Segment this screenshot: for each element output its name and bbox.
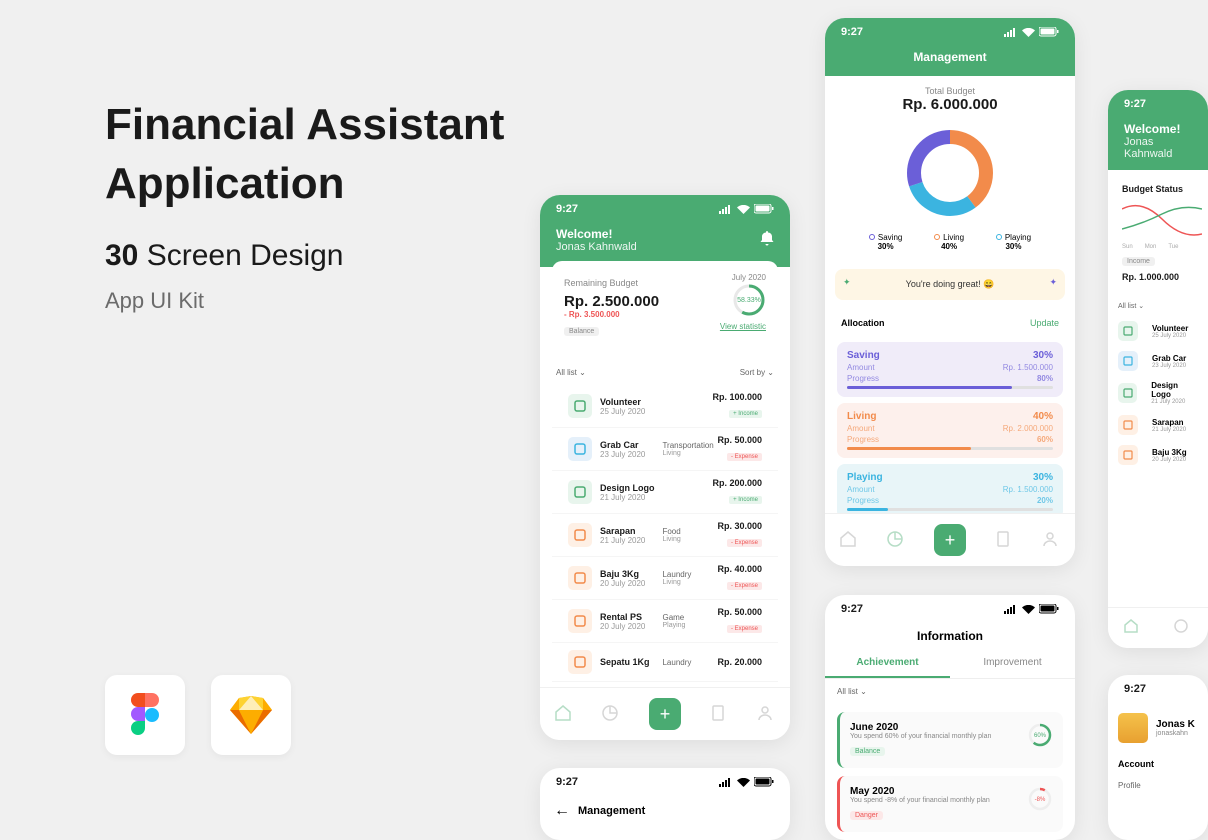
avatar (1118, 713, 1148, 743)
sort-by-dropdown[interactable]: Sort by ⌄ (740, 368, 774, 377)
transaction-row[interactable]: Design Logo21 July 2020 Rp. 200.000+ Inc… (552, 471, 778, 514)
nav-home-icon[interactable] (554, 704, 574, 724)
svg-text:58.33%: 58.33% (737, 297, 761, 304)
figma-icon (105, 675, 185, 755)
budget-date: July 2020 (732, 273, 766, 282)
transaction-row[interactable]: Baju 3Kg20 July 2020 (1108, 440, 1208, 470)
view-statistic-link[interactable]: View statistic (720, 322, 766, 331)
sketch-icon (211, 675, 291, 755)
donut-chart (900, 123, 1000, 223)
transaction-row[interactable]: Grab Car23 July 2020 TransportationLivin… (552, 428, 778, 471)
nav-home-icon[interactable] (839, 530, 859, 550)
category-icon (1118, 351, 1138, 371)
welcome-label: Welcome! (556, 227, 774, 241)
phone-management-header: 9:27 ← Management (540, 768, 790, 840)
balance-tag: Balance (564, 327, 599, 336)
transaction-row[interactable]: Design Logo21 July 2020 (1108, 376, 1208, 410)
all-list-dropdown[interactable]: All list (837, 687, 858, 696)
nav-add-button[interactable]: + (649, 698, 681, 730)
category-icon (568, 650, 592, 674)
nav-chart-icon[interactable] (1173, 618, 1193, 638)
category-icon (1118, 415, 1138, 435)
phone-home: 9:27 Welcome! Jonas Kahnwald Remaining B… (540, 195, 790, 740)
hero-title: Financial AssistantApplication (105, 95, 504, 214)
tab-improvement[interactable]: Improvement (950, 649, 1075, 678)
hero-tagline: App UI Kit (105, 288, 504, 314)
svg-text:60%: 60% (1034, 733, 1047, 739)
page-title: Information (825, 623, 1075, 649)
chart-title: Budget Status (1122, 184, 1194, 194)
tab-achievement[interactable]: Achievement (825, 649, 950, 678)
budget-card: Remaining BudgetJuly 2020 Rp. 2.500.000 … (552, 261, 778, 348)
achievement-card[interactable]: May 2020You spend -8% of your financial … (837, 776, 1063, 832)
category-icon (568, 523, 592, 547)
budget-label: Remaining Budget (564, 278, 638, 288)
all-list-dropdown[interactable]: All list (1118, 303, 1136, 310)
legend-item: Playing30% (996, 233, 1031, 251)
transaction-row[interactable]: Rental PS20 July 2020 GamePlaying Rp. 50… (552, 600, 778, 643)
percent-ring: 58.33% (732, 283, 766, 317)
transaction-row[interactable]: Volunteer25 July 2020 Rp. 100.000+ Incom… (552, 385, 778, 428)
category-icon (568, 480, 592, 504)
category-icon (1118, 383, 1137, 403)
nav-add-button[interactable]: + (934, 524, 966, 556)
status-bar: 9:27 (825, 18, 1075, 46)
category-icon (568, 609, 592, 633)
total-label: Total Budget (833, 86, 1067, 96)
category-icon (568, 566, 592, 590)
svg-text:-8%: -8% (1035, 797, 1046, 803)
nav-profile-icon[interactable] (1041, 530, 1061, 550)
nav-chart-icon[interactable] (886, 530, 906, 550)
phone-welcome-partial: 9:27 Welcome! Jonas Kahnwald Budget Stat… (1108, 90, 1208, 648)
total-amount: Rp. 6.000.000 (833, 96, 1067, 113)
phone-information: 9:27 Information Achievement Improvement… (825, 595, 1075, 840)
allocation-card[interactable]: Living40% AmountRp. 2.000.000 Progress60… (837, 403, 1063, 458)
user-name: Jonas Kahnwald (556, 241, 774, 253)
back-icon[interactable]: ← (554, 802, 570, 820)
achievement-card[interactable]: June 2020You spend 60% of your financial… (837, 712, 1063, 768)
transaction-row[interactable]: Sarapan21 July 2020 FoodLiving Rp. 30.00… (552, 514, 778, 557)
phone-management: 9:27 Management Total Budget Rp. 6.000.0… (825, 18, 1075, 566)
nav-doc-icon[interactable] (709, 704, 729, 724)
legend-item: Living40% (934, 233, 964, 251)
allocation-card[interactable]: Playing30% AmountRp. 1.500.000 Progress2… (837, 464, 1063, 519)
transaction-row[interactable]: Sarapan21 July 2020 (1108, 410, 1208, 440)
bottom-nav: + (825, 513, 1075, 566)
category-icon (1118, 445, 1138, 465)
update-link[interactable]: Update (1030, 318, 1059, 328)
line-chart (1122, 194, 1202, 244)
transaction-row[interactable]: Sepatu 1Kg Laundry Rp. 20.000 (552, 643, 778, 682)
profile-link[interactable]: Profile (1108, 775, 1208, 796)
page-title: Management (825, 46, 1075, 68)
transaction-row[interactable]: Grab Car23 July 2020 (1108, 346, 1208, 376)
tool-icons (105, 675, 291, 755)
bell-icon[interactable] (760, 231, 774, 247)
all-list-dropdown[interactable]: All list ⌄ (556, 368, 586, 377)
allocation-card[interactable]: Saving30% AmountRp. 1.500.000 Progress80… (837, 342, 1063, 397)
hero-section: Financial AssistantApplication 30 Screen… (105, 95, 504, 314)
nav-chart-icon[interactable] (601, 704, 621, 724)
hero-subtitle: 30 Screen Design (105, 239, 504, 273)
phone-profile-partial: 9:27 Jonas K jonaskahn Account Profile (1108, 675, 1208, 840)
encouragement-banner: ✦ ✦ You're doing great! 😄 (835, 269, 1065, 300)
status-icons (719, 204, 774, 214)
nav-profile-icon[interactable] (756, 704, 776, 724)
category-icon (568, 394, 592, 418)
nav-home-icon[interactable] (1123, 618, 1143, 638)
legend-item: Saving30% (869, 233, 902, 251)
category-icon (568, 437, 592, 461)
category-icon (1118, 321, 1138, 341)
allocation-label: Allocation (841, 318, 885, 328)
transaction-row[interactable]: Volunteer25 July 2020 (1108, 316, 1208, 346)
nav-doc-icon[interactable] (994, 530, 1014, 550)
transaction-row[interactable]: Baju 3Kg20 July 2020 LaundryLiving Rp. 4… (552, 557, 778, 600)
bottom-nav: + (540, 687, 790, 740)
status-bar: 9:27 (540, 195, 790, 223)
